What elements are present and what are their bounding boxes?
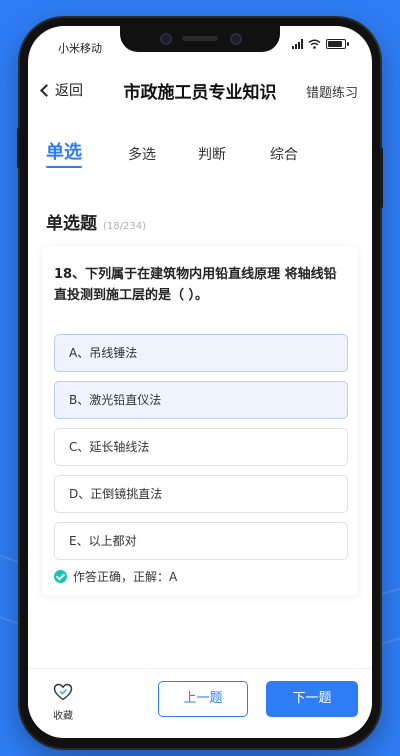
heart-icon (53, 683, 73, 701)
nav-bar: 返回 市政施工员专业知识 错题练习 (28, 70, 372, 110)
check-circle-icon (54, 570, 67, 583)
favorite-button[interactable]: 收藏 (48, 683, 78, 722)
signal-icon (292, 39, 303, 49)
active-tab-indicator (46, 166, 82, 168)
speaker-grille (182, 36, 218, 41)
phone-side-button (17, 128, 20, 168)
phone-screen: 小米移动 返回 市政施工员专业知识 错题练习 单选 多选 判断 综合 单选题 (… (28, 26, 372, 738)
camera-icon (230, 33, 242, 45)
battery-icon (326, 39, 349, 49)
phone-side-button (380, 148, 383, 208)
back-label: 返回 (55, 83, 83, 99)
tab-comprehensive[interactable]: 综合 (270, 144, 298, 164)
favorite-label: 收藏 (53, 711, 73, 722)
status-icons (292, 39, 349, 49)
next-question-button[interactable]: 下一题 (266, 681, 358, 717)
question-counter: (18/234) (103, 221, 146, 232)
tab-multiple-choice[interactable]: 多选 (128, 144, 156, 164)
section-header: 单选题 (18/234) (46, 209, 146, 234)
camera-icon (160, 33, 172, 45)
tab-single-choice[interactable]: 单选 (46, 138, 82, 168)
answer-result-text: 作答正确，正解：A (73, 570, 178, 584)
phone-notch (120, 26, 280, 52)
wrong-questions-button[interactable]: 错题练习 (306, 82, 358, 101)
option-c[interactable]: C、延长轴线法 (54, 428, 348, 466)
carrier-label: 小米移动 (58, 42, 102, 55)
question-type-tabs: 单选 多选 判断 综合 (46, 136, 354, 176)
answer-result: 作答正确，正解：A (54, 568, 177, 585)
section-title: 单选题 (46, 214, 97, 234)
wifi-icon (308, 39, 321, 49)
previous-question-button[interactable]: 上一题 (158, 681, 248, 717)
back-button[interactable]: 返回 (40, 80, 83, 100)
question-card: 18、下列属于在建筑物内用铅直线原理 将轴线铅直投测到施工层的是（ ）。 A、吊… (42, 246, 358, 596)
chevron-left-icon (40, 83, 53, 97)
option-a[interactable]: A、吊线锤法 (54, 334, 348, 372)
option-d[interactable]: D、正倒镜挑直法 (54, 475, 348, 513)
option-e[interactable]: E、以上都对 (54, 522, 348, 560)
bottom-action-bar: 收藏 上一题 下一题 (28, 668, 372, 738)
question-text: 18、下列属于在建筑物内用铅直线原理 将轴线铅直投测到施工层的是（ ）。 (54, 267, 337, 303)
option-b[interactable]: B、激光铅直仪法 (54, 381, 348, 419)
phone-frame: 小米移动 返回 市政施工员专业知识 错题练习 单选 多选 判断 综合 单选题 (… (17, 18, 383, 748)
tab-true-false[interactable]: 判断 (198, 144, 226, 164)
